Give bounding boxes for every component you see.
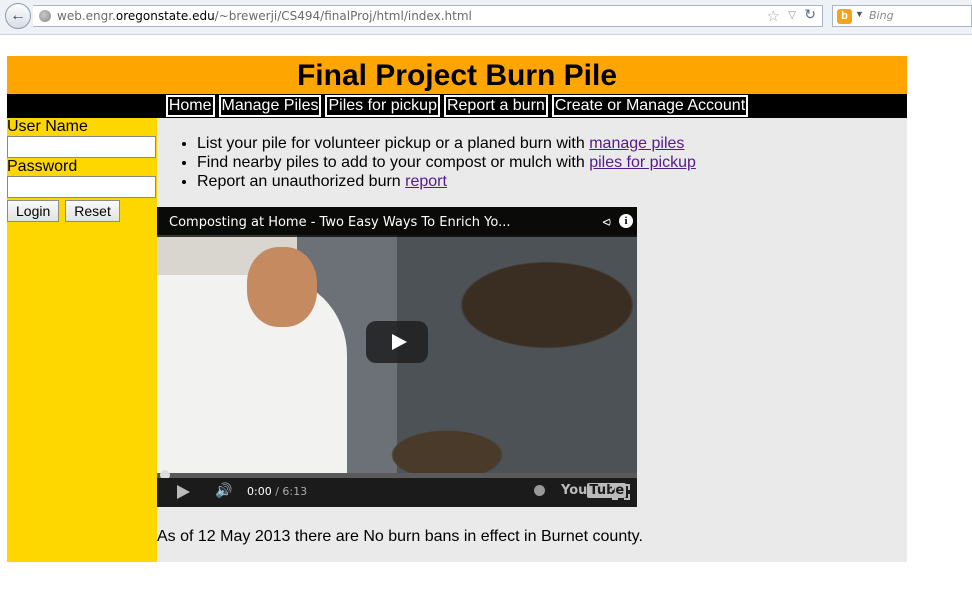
list-item-text: Report an unauthorized burn — [197, 173, 406, 190]
video-title[interactable]: Composting at Home - Two Easy Ways To En… — [169, 215, 511, 230]
login-button[interactable]: Login — [7, 200, 60, 222]
fullscreen-icon[interactable] — [612, 484, 630, 500]
search-engine-dropdown-icon[interactable]: ▼ — [855, 9, 864, 19]
manage-piles-link[interactable]: manage piles — [589, 135, 684, 152]
nav-report-burn[interactable]: Report a burn — [443, 95, 548, 117]
youtube-logo-you: You — [561, 483, 588, 498]
nav-piles-for-pickup[interactable]: Piles for pickup — [325, 95, 440, 117]
nav-create-account[interactable]: Create or Manage Account — [551, 95, 749, 117]
reload-icon[interactable]: ↻ — [804, 5, 816, 25]
play-button[interactable] — [366, 321, 428, 363]
watch-later-icon[interactable] — [534, 485, 545, 496]
nav-manage-piles[interactable]: Manage Piles — [218, 95, 322, 117]
current-time: 0:00 — [247, 485, 272, 498]
duration: / 6:13 — [275, 485, 308, 498]
play-icon[interactable] — [177, 485, 190, 499]
video-person-head — [247, 247, 317, 327]
password-label: Password — [7, 158, 78, 175]
reset-button[interactable]: Reset — [65, 200, 120, 222]
main-content: List your pile for volunteer pickup or a… — [157, 118, 907, 562]
browser-toolbar: ← web.engr.oregonstate.edu/~brewerji/CS4… — [0, 0, 972, 35]
video-time: 0:00 / 6:13 — [247, 485, 307, 498]
url-prefix: web.engr. — [57, 9, 116, 23]
nav-home[interactable]: Home — [165, 95, 215, 117]
history-dropdown-icon[interactable]: ▽ — [788, 6, 796, 26]
search-placeholder[interactable]: Bing — [869, 9, 894, 22]
page-container: Final Project Burn Pile Home Manage Pile… — [7, 56, 907, 562]
volume-icon[interactable]: 🔊 — [215, 482, 232, 499]
page-header: Final Project Burn Pile — [7, 56, 907, 94]
piles-for-pickup-link[interactable]: piles for pickup — [589, 154, 696, 171]
page-title: Final Project Burn Pile — [296, 59, 618, 92]
burn-ban-status: As of 12 May 2013 there are No burn bans… — [157, 528, 643, 545]
username-label: User Name — [7, 118, 88, 135]
list-item-text: List your pile for volunteer pickup or a… — [197, 135, 590, 152]
username-input[interactable] — [7, 136, 156, 158]
report-link[interactable]: report — [405, 173, 447, 190]
list-item: List your pile for volunteer pickup or a… — [197, 134, 907, 153]
password-input[interactable] — [7, 176, 156, 198]
video-controls: 🔊 0:00 / 6:13 You Tube — [157, 478, 637, 507]
address-bar[interactable]: web.engr.oregonstate.edu/~brewerji/CS494… — [33, 5, 823, 27]
youtube-video-player[interactable]: Composting at Home - Two Easy Ways To En… — [157, 207, 637, 507]
url-path: /~brewerji/CS494/finalProj/html/index.ht… — [214, 9, 472, 23]
globe-icon — [39, 10, 51, 22]
list-item-text: Find nearby piles to add to your compost… — [197, 154, 590, 171]
bookmark-star-icon[interactable]: ☆ — [767, 6, 780, 26]
list-item: Report an unauthorized burn report — [197, 172, 907, 191]
login-sidebar: User Name Password Login Reset — [7, 118, 157, 562]
nav-bar: Home Manage Piles Piles for pickup Repor… — [7, 94, 907, 118]
url-host: oregonstate.edu — [115, 9, 215, 23]
feature-list: List your pile for volunteer pickup or a… — [157, 134, 907, 191]
back-arrow-icon[interactable]: ← — [5, 3, 31, 29]
login-buttons: Login Reset — [7, 200, 157, 222]
share-icon[interactable]: ⪦ — [603, 213, 611, 230]
list-item: Find nearby piles to add to your compost… — [197, 153, 907, 172]
search-bar[interactable]: b ▼ Bing — [832, 5, 972, 27]
bing-logo-icon[interactable]: b — [837, 9, 852, 24]
video-title-bar: Composting at Home - Two Easy Ways To En… — [157, 207, 637, 237]
info-icon[interactable]: i — [619, 214, 633, 228]
